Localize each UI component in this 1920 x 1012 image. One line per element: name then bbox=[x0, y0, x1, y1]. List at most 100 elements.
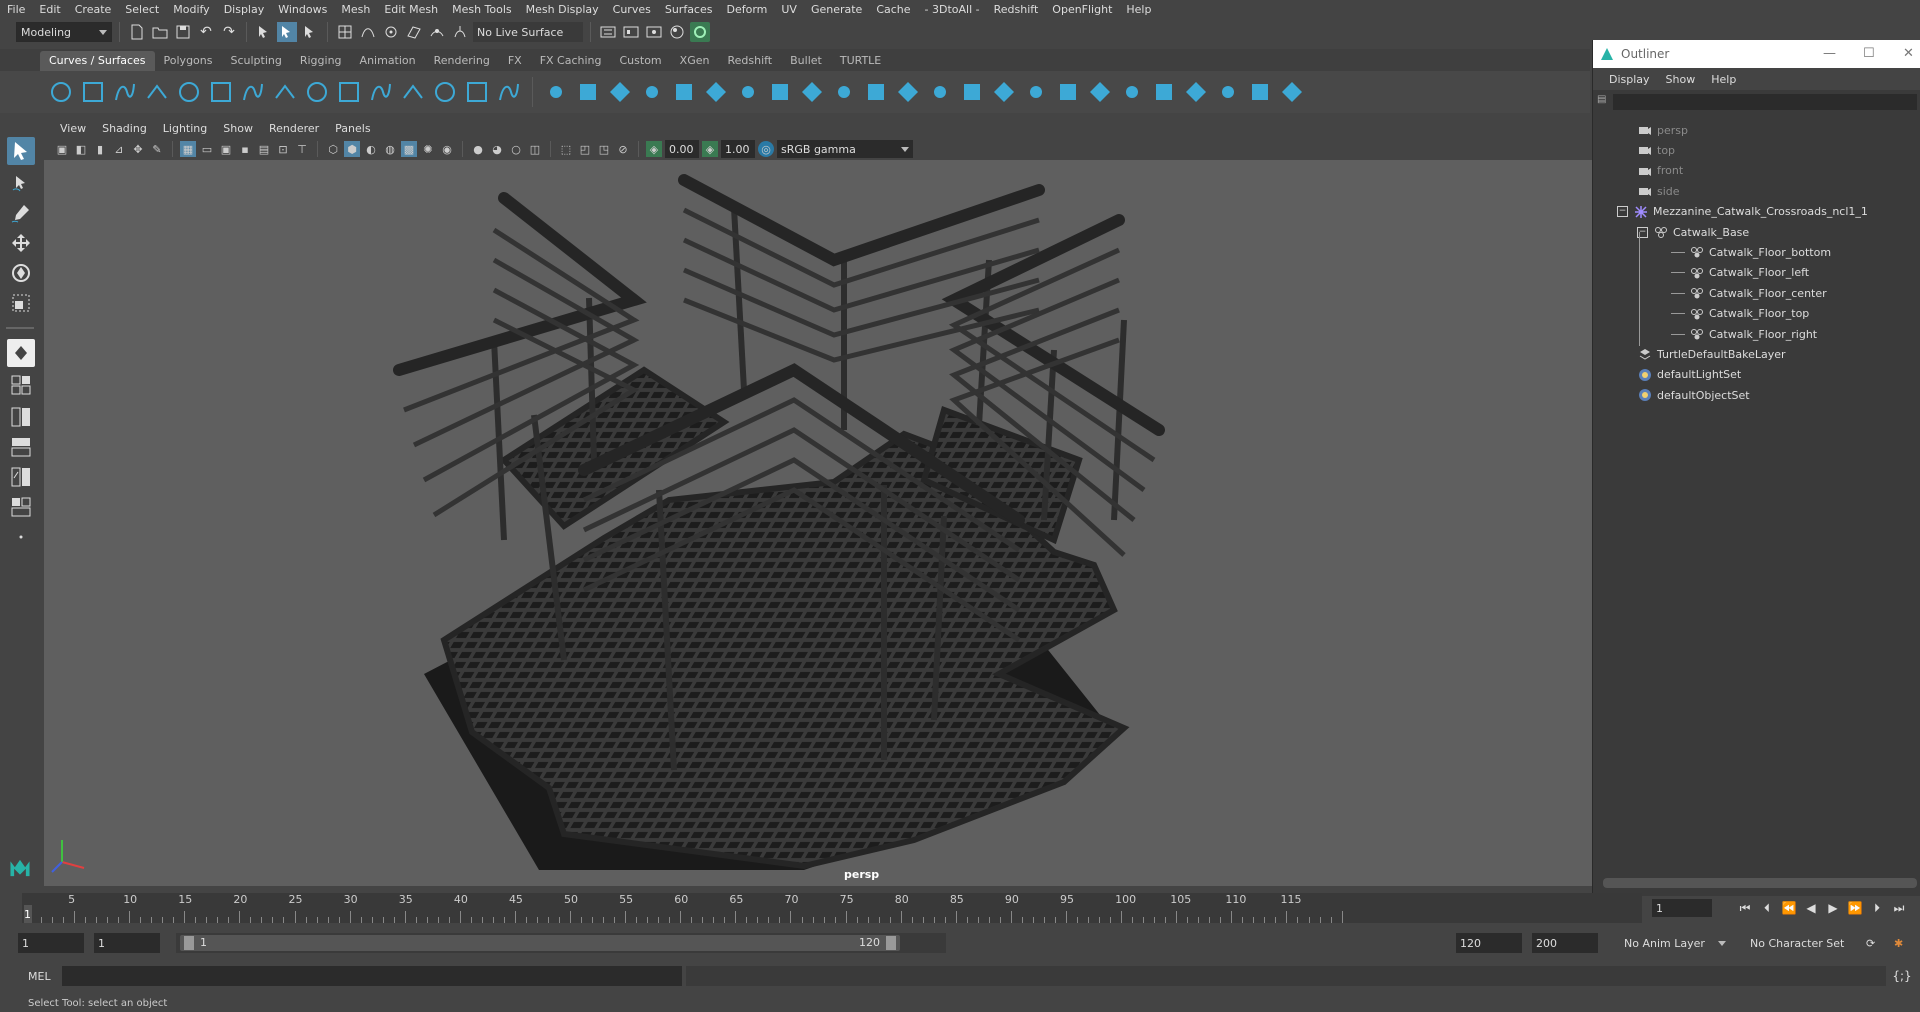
outliner-menu-help[interactable]: Help bbox=[1703, 73, 1744, 86]
select-by-object-icon[interactable] bbox=[277, 22, 297, 42]
offset-curve-icon[interactable] bbox=[464, 79, 490, 105]
go-to-end-icon[interactable]: ⏭ bbox=[1890, 899, 1908, 917]
nurbs-cone-icon[interactable] bbox=[639, 79, 665, 105]
range-end-grip[interactable] bbox=[886, 936, 896, 950]
shelf-tab-redshift[interactable]: Redshift bbox=[718, 51, 781, 71]
menu-edit-mesh[interactable]: Edit Mesh bbox=[377, 3, 445, 16]
wireframe-on-shaded-icon[interactable]: ◍ bbox=[382, 141, 398, 157]
shelf-tab-animation[interactable]: Animation bbox=[351, 51, 425, 71]
menu-mesh-tools[interactable]: Mesh Tools bbox=[445, 3, 519, 16]
current-frame-marker[interactable]: 1 bbox=[24, 905, 32, 923]
menu-surfaces[interactable]: Surfaces bbox=[658, 3, 720, 16]
filter-icon[interactable]: ▤ bbox=[1597, 94, 1611, 110]
viewport-canvas[interactable] bbox=[44, 160, 1592, 886]
live-surface-field[interactable]: No Live Surface bbox=[473, 22, 583, 42]
viewport-menu-lighting[interactable]: Lighting bbox=[155, 122, 215, 135]
close-icon[interactable]: ✕ bbox=[1903, 46, 1914, 61]
catwalk-model[interactable] bbox=[44, 160, 1592, 886]
outliner-menu-display[interactable]: Display bbox=[1601, 73, 1658, 86]
resolution-gate-icon[interactable]: ▣ bbox=[218, 141, 234, 157]
revolve-icon[interactable] bbox=[735, 79, 761, 105]
shadows-icon[interactable]: ◉ bbox=[439, 141, 455, 157]
motion-blur-icon[interactable]: ◕ bbox=[489, 141, 505, 157]
rotate-tool-icon[interactable] bbox=[7, 259, 35, 287]
auto-key-icon[interactable]: ⟳ bbox=[1862, 933, 1884, 953]
menu-generate[interactable]: Generate bbox=[804, 3, 869, 16]
boundary-icon[interactable] bbox=[895, 79, 921, 105]
go-to-start-icon[interactable]: ⏮ bbox=[1736, 899, 1754, 917]
menu-openflight[interactable]: OpenFlight bbox=[1045, 3, 1119, 16]
nurbs-torus-icon[interactable] bbox=[703, 79, 729, 105]
wireframe-icon[interactable]: ⬡ bbox=[325, 141, 341, 157]
safe-action-icon[interactable]: ⊡ bbox=[275, 141, 291, 157]
shelf-tab-curves-surfaces[interactable]: Curves / Surfaces bbox=[40, 51, 155, 71]
menu-deform[interactable]: Deform bbox=[719, 3, 774, 16]
textured-icon[interactable]: ▩ bbox=[401, 141, 417, 157]
script-editor-icon[interactable]: {;} bbox=[1892, 966, 1912, 986]
spiral-curve-icon[interactable] bbox=[336, 79, 362, 105]
bookmarks-icon[interactable]: ▮ bbox=[92, 141, 108, 157]
xray-active-components-icon[interactable]: ◳ bbox=[596, 141, 612, 157]
single-perspective-layout-icon[interactable] bbox=[7, 339, 35, 367]
depth-of-field-icon[interactable]: ◫ bbox=[527, 141, 543, 157]
arc-curve-icon[interactable] bbox=[272, 79, 298, 105]
rebuild-curve-icon[interactable] bbox=[496, 79, 522, 105]
collapse-toggle-icon[interactable]: − bbox=[1617, 206, 1628, 218]
menu-uv[interactable]: UV bbox=[774, 3, 804, 16]
redo-icon[interactable]: ↷ bbox=[219, 22, 239, 42]
menu-set-dropdown[interactable]: Modeling bbox=[16, 22, 112, 42]
exposure-icon[interactable]: ◈ bbox=[646, 141, 662, 157]
outliner-item-catwalk-floor-bottom[interactable]: Catwalk_Floor_bottom bbox=[1671, 242, 1831, 262]
current-frame-field[interactable]: 1 bbox=[1652, 899, 1712, 917]
two-side-layout-icon[interactable] bbox=[7, 403, 35, 431]
minimize-icon[interactable]: — bbox=[1823, 46, 1836, 61]
camera-attributes-icon[interactable]: ◧ bbox=[73, 141, 89, 157]
maximize-icon[interactable]: ☐ bbox=[1863, 46, 1875, 61]
hypershade-icon[interactable] bbox=[667, 22, 687, 42]
command-input[interactable] bbox=[62, 966, 682, 986]
bevel-plus-icon[interactable] bbox=[991, 79, 1017, 105]
menu-display[interactable]: Display bbox=[217, 3, 272, 16]
isolate-select-icon[interactable]: ⬚ bbox=[558, 141, 574, 157]
shelf-tab-turtle[interactable]: TURTLE bbox=[831, 51, 890, 71]
shelf-tab-rigging[interactable]: Rigging bbox=[291, 51, 351, 71]
outliner-item-catwalk-floor-left[interactable]: Catwalk_Floor_left bbox=[1671, 263, 1809, 283]
birail-icon[interactable] bbox=[863, 79, 889, 105]
trim-tool-icon[interactable] bbox=[1087, 79, 1113, 105]
menu-redshift[interactable]: Redshift bbox=[987, 3, 1046, 16]
select-by-hierarchy-icon[interactable] bbox=[254, 22, 274, 42]
shelf-tab-fx[interactable]: FX bbox=[499, 51, 531, 71]
curve-intersect-icon[interactable] bbox=[240, 79, 266, 105]
outliner-item-catwalk-floor-center[interactable]: Catwalk_Floor_center bbox=[1671, 283, 1827, 303]
select-by-component-icon[interactable] bbox=[300, 22, 320, 42]
ipr-render-icon[interactable] bbox=[621, 22, 641, 42]
menu-windows[interactable]: Windows bbox=[271, 3, 334, 16]
bezier-curve-icon[interactable] bbox=[208, 79, 234, 105]
undo-icon[interactable]: ↶ bbox=[196, 22, 216, 42]
outliner-item-persp[interactable]: persp bbox=[1637, 120, 1688, 140]
step-forward-key-icon[interactable]: ⏩ bbox=[1846, 899, 1864, 917]
select-camera-icon[interactable]: ▣ bbox=[54, 141, 70, 157]
four-view-layout-icon[interactable] bbox=[7, 371, 35, 399]
untrim-icon[interactable] bbox=[1119, 79, 1145, 105]
outliner-item-top[interactable]: top bbox=[1637, 140, 1675, 160]
toolbox-more-icon[interactable] bbox=[7, 523, 35, 551]
project-curve-icon[interactable] bbox=[1023, 79, 1049, 105]
film-gate-icon[interactable]: ▭ bbox=[199, 141, 215, 157]
viewport-menu-show[interactable]: Show bbox=[215, 122, 261, 135]
lasso-tool-icon[interactable] bbox=[7, 169, 35, 197]
playback-end-field[interactable]: 120 bbox=[1456, 933, 1522, 953]
menu-3dtoall[interactable]: - 3DtoAll - bbox=[918, 3, 987, 16]
xray-icon[interactable]: ◰ bbox=[577, 141, 593, 157]
anti-aliasing-icon[interactable]: ○ bbox=[508, 141, 524, 157]
snap-to-curve-icon[interactable] bbox=[358, 22, 378, 42]
menu-help[interactable]: Help bbox=[1119, 3, 1158, 16]
outliner-item-side[interactable]: side bbox=[1637, 181, 1680, 201]
snap-to-view-plane-icon[interactable] bbox=[404, 22, 424, 42]
extrude-icon[interactable] bbox=[831, 79, 857, 105]
nurbs-plane-icon[interactable] bbox=[671, 79, 697, 105]
snap-to-grid-icon[interactable] bbox=[335, 22, 355, 42]
paint-select-tool-icon[interactable] bbox=[7, 199, 35, 227]
shelf-tab-bullet[interactable]: Bullet bbox=[781, 51, 831, 71]
menu-select[interactable]: Select bbox=[118, 3, 166, 16]
